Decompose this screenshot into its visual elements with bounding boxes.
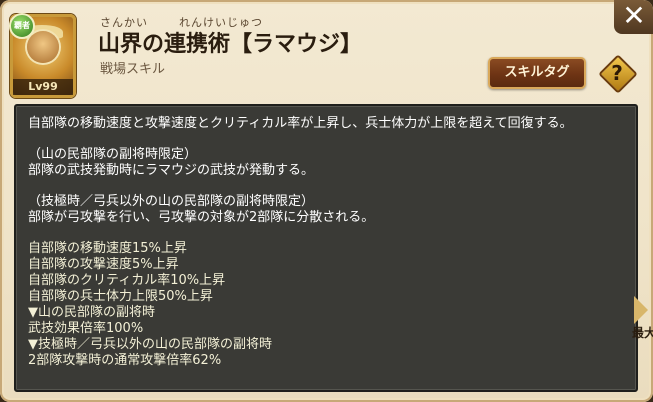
description-text: 自部隊の移動速度と攻撃速度とクリティカル率が上昇し、兵士体力が上限を超えて回復す… (28, 116, 624, 369)
skill-detail-panel: 覇者 Lv99 さんかい れんけいじゅつ 山界の連携術【ラマウジ】 戦場スキル … (0, 0, 653, 402)
stat-line: ▼山の民部隊の副将時 (28, 305, 155, 320)
skill-category: 戦場スキル (100, 62, 166, 77)
condition-2-header: （技極時／弓兵以外の山の民部隊の副将時限定） (28, 194, 315, 209)
stat-line: 自部隊のクリティカル率10%上昇 (28, 273, 226, 288)
stat-line: 自部隊の兵士体力上限50%上昇 (28, 289, 213, 304)
skill-description-box: 自部隊の移動速度と攻撃速度とクリティカル率が上昇し、兵士体力が上限を超えて回復す… (14, 104, 638, 392)
general-portrait: 覇者 Lv99 (9, 13, 76, 98)
max-side-button[interactable]: 最大 (632, 292, 653, 352)
stat-line: 自部隊の移動速度15%上昇 (28, 241, 187, 256)
level-label: Lv99 (13, 79, 73, 95)
stat-line: ▼技極時／弓兵以外の山の民部隊の副将時 (28, 337, 272, 352)
stat-line: 武技効果倍率100% (28, 321, 144, 336)
stat-line: 自部隊の攻撃速度5%上昇 (28, 257, 179, 272)
side-button-label: 最大 (632, 326, 653, 340)
skill-title: 山界の連携術【ラマウジ】 (98, 32, 363, 57)
help-button[interactable]: ? (598, 54, 638, 94)
condition-2-text: 部隊が弓攻撃を行い、弓攻撃の対象が2部隊に分散される。 (28, 210, 375, 225)
rank-badge: 覇者 (9, 13, 35, 39)
stat-line: 2部隊攻撃時の通常攻撃倍率62% (28, 353, 222, 368)
close-button[interactable]: ✕ (614, 0, 653, 34)
question-icon: ? (611, 61, 623, 85)
skill-tag-button[interactable]: スキルタグ (488, 57, 586, 89)
condition-1-header: （山の民部隊の副将時限定） (28, 147, 198, 162)
arrow-right-icon (634, 296, 648, 324)
description-main: 自部隊の移動速度と攻撃速度とクリティカル率が上昇し、兵士体力が上限を超えて回復す… (28, 116, 573, 131)
portrait-face (27, 31, 59, 63)
condition-1-text: 部隊の武技発動時にラマウジの武技が発動する。 (28, 163, 315, 178)
stat-list: 自部隊の移動速度15%上昇 自部隊の攻撃速度5%上昇 自部隊のクリティカル率10… (28, 241, 624, 369)
